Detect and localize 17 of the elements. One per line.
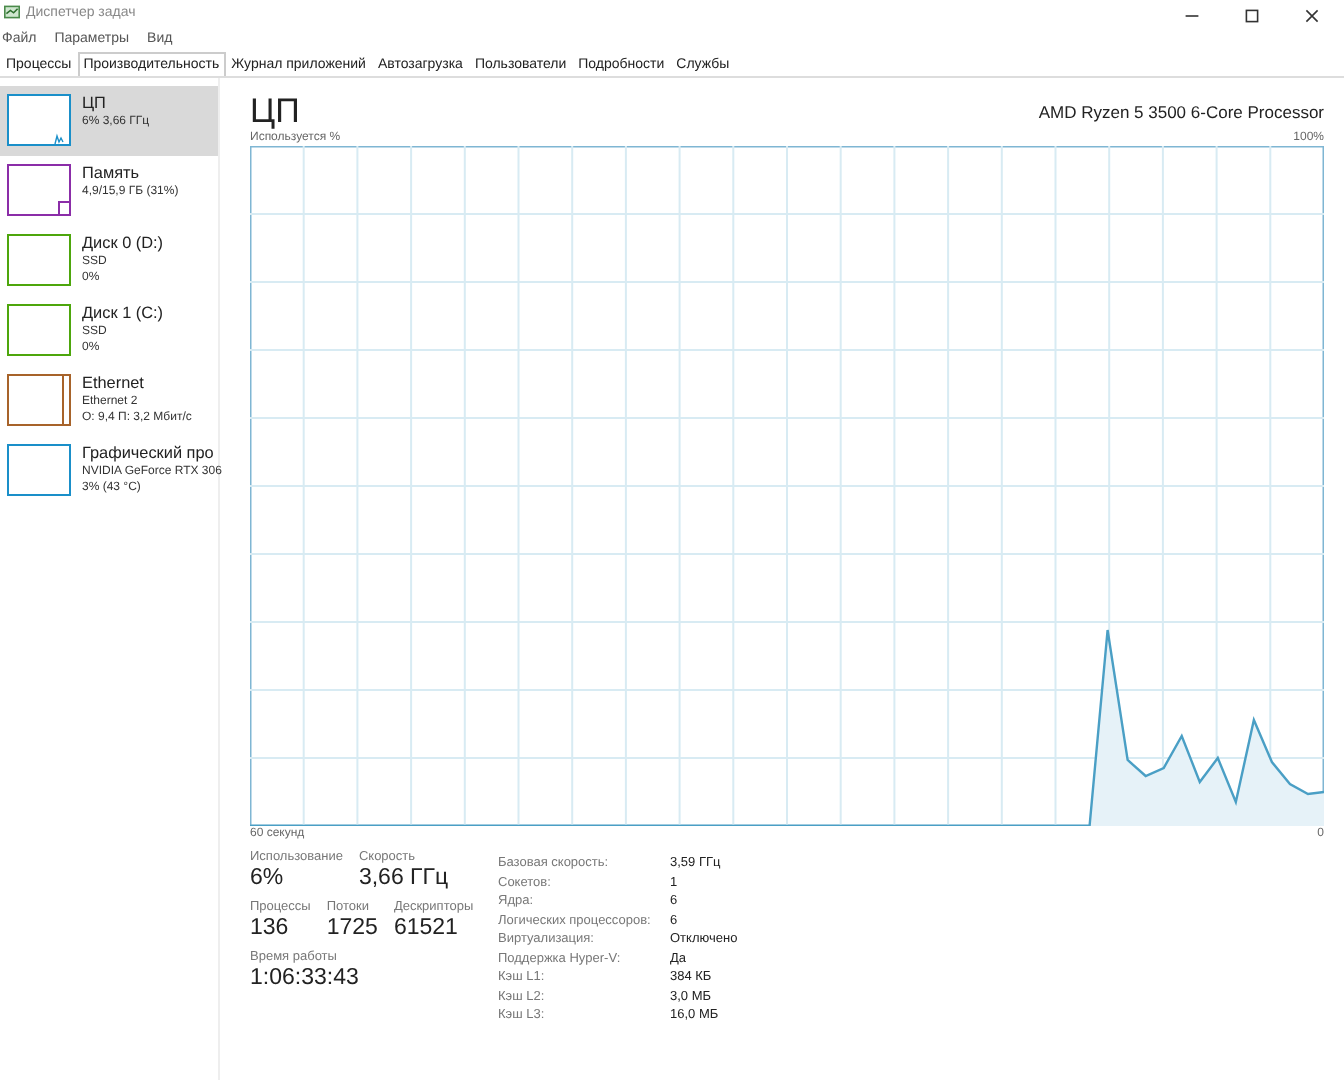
sidebar-item-title: Память xyxy=(82,164,142,184)
device-name: AMD Ryzen 5 3500 6-Core Processor xyxy=(1038,102,1324,122)
app-icon xyxy=(4,4,20,20)
maximize-icon[interactable] xyxy=(1244,8,1260,24)
sidebar-item-title: Ethernet xyxy=(82,374,146,394)
stat-value: 136 xyxy=(250,914,291,942)
stat-value: 6% xyxy=(250,864,286,892)
stat-value: 3,66 ГГц xyxy=(358,864,449,892)
stat-value: 1725 xyxy=(326,914,378,942)
sidebar-item-title: ЦП xyxy=(82,94,108,114)
sidebar-item-title: Графический про xyxy=(82,444,214,464)
sidebar-item-title: Диск 0 (D:) xyxy=(82,234,164,254)
close-icon[interactable] xyxy=(1304,8,1320,24)
sidebar-item-title: Диск 1 (C:) xyxy=(82,304,164,324)
stat-value: 61521 xyxy=(393,914,460,942)
panel-title: ЦП xyxy=(250,94,300,130)
stat-value: 1:06:33:43 xyxy=(250,964,361,992)
